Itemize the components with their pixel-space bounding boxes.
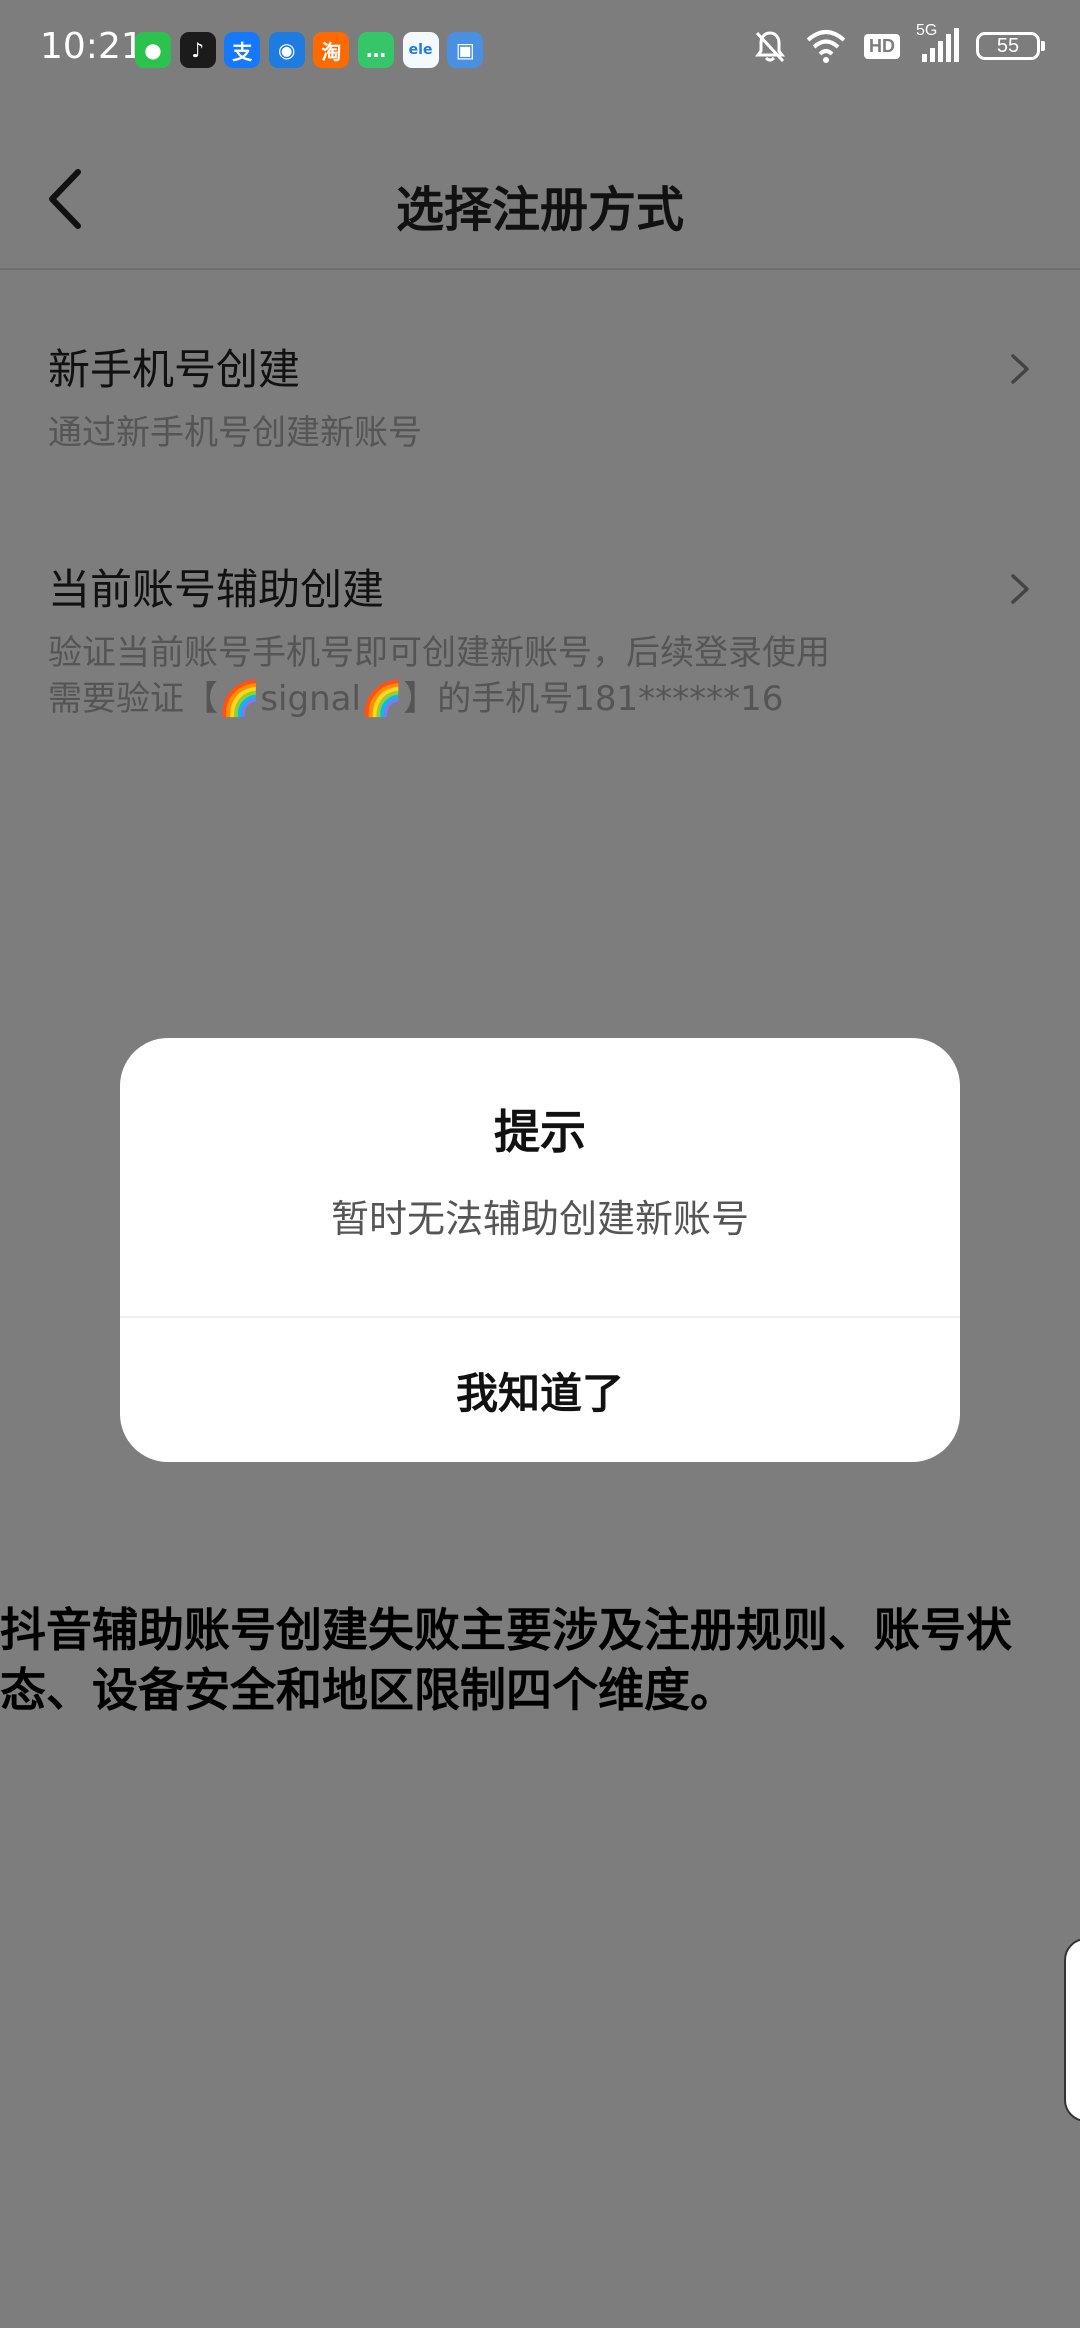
option-new-phone[interactable]: 新手机号创建 通过新手机号创建新账号 (48, 340, 1032, 456)
hd-badge: HD (864, 33, 900, 59)
side-floating-handle[interactable] (1064, 1938, 1080, 2122)
douyin-icon: ♪ (179, 32, 216, 68)
option-title: 新手机号创建 (48, 345, 301, 394)
clipboard-app-icon: ▣ (447, 32, 484, 68)
notification-icons: ● ♪ 支 ◉ 淘 … ele ▣ (135, 32, 492, 68)
header: 选择注册方式 (0, 100, 1080, 270)
wechat-icon: ● (135, 32, 171, 68)
status-bar: 10:21 ● ♪ 支 ◉ 淘 … ele ▣ HD 5G 55 (0, 0, 1080, 100)
page-title: 选择注册方式 (395, 182, 684, 238)
option-assisted-create[interactable]: 当前账号辅助创建 验证当前账号手机号即可创建新账号，后续登录使用 需要验证【🌈s… (48, 560, 1032, 722)
network-type-label: 5G (916, 22, 938, 39)
battery-icon: 55 (976, 32, 1045, 60)
alert-dialog: 提示 暂时无法辅助创建新账号 我知道了 (120, 1038, 960, 1462)
acknowledge-button[interactable]: 我知道了 (120, 1318, 960, 1462)
dialog-message: 暂时无法辅助创建新账号 (330, 1197, 749, 1241)
battery-level: 55 (996, 34, 1020, 57)
option-title: 当前账号辅助创建 (48, 565, 385, 614)
option-description: 验证当前账号手机号即可创建新账号，后续登录使用 需要验证【🌈signal🌈】的手… (48, 633, 830, 719)
alipay-icon: 支 (224, 32, 261, 68)
chevron-right-icon (1011, 354, 1029, 384)
option-description: 通过新手机号创建新账号 (48, 413, 422, 453)
caption-text: 抖音辅助账号创建失败主要涉及注册规则、账号状态、设备安全和地区限制四个维度。 (0, 1603, 1012, 1717)
bell-off-icon (752, 28, 788, 64)
wifi-icon (804, 28, 848, 64)
status-time: 10:21 (40, 26, 144, 67)
system-icons: HD 5G 55 (736, 22, 1045, 64)
ele-icon: ele (402, 32, 439, 68)
taobao-icon: 淘 (313, 32, 350, 68)
chevron-right-icon (1011, 574, 1029, 604)
signal-icon: 5G (916, 22, 960, 64)
dialog-title: 提示 (494, 1105, 586, 1159)
message-icon: … (357, 32, 394, 68)
qq-icon: ◉ (268, 32, 305, 68)
